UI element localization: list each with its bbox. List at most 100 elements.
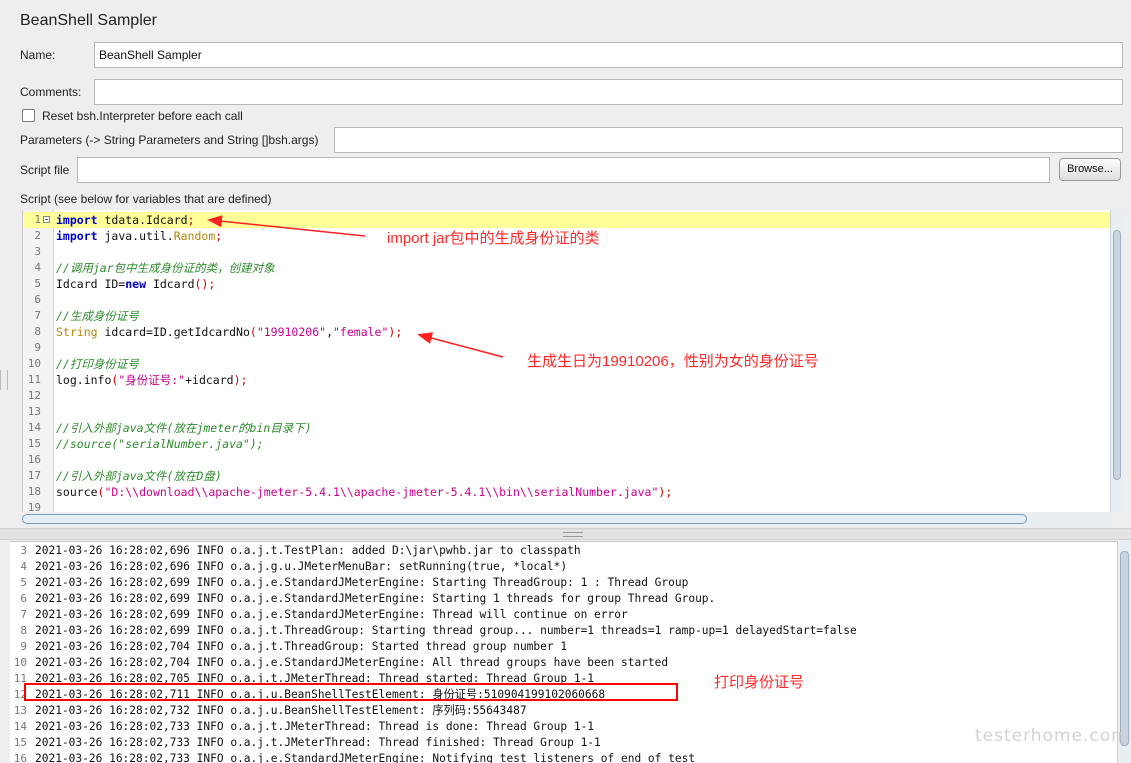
code-line[interactable]: 17 //引入外部java文件(放在D盘) [23, 468, 1111, 484]
log-line: 15 2021-03-26 16:28:02,733 INFO o.a.j.t.J… [10, 735, 1117, 751]
code-line[interactable]: 8 String idcard=ID.getIdcardNo("19910206"… [23, 324, 1111, 340]
code-text: //source("serialNumber.java"); [56, 437, 264, 451]
browse-button[interactable]: Browse... [1059, 158, 1121, 181]
line-number: 13 [27, 405, 41, 418]
watermark: testerhome.com [975, 726, 1129, 746]
log-line: 7 2021-03-26 16:28:02,699 INFO o.a.j.e.St… [10, 607, 1117, 623]
code-line[interactable]: 18 source("D:\\download\\apache-jmeter-5.… [23, 484, 1111, 500]
resize-handle[interactable] [0, 370, 8, 390]
code-line[interactable]: 16 [23, 452, 1111, 468]
log-line: 3 2021-03-26 16:28:02,696 INFO o.a.j.t.Te… [10, 543, 1117, 559]
code-text: //打印身份证号 [56, 357, 139, 371]
script-label: Script (see below for variables that are… [20, 192, 272, 206]
scroll-thumb[interactable] [1120, 551, 1129, 746]
code-text: source("D:\\download\\apache-jmeter-5.4.… [56, 485, 673, 499]
line-number: 18 [27, 485, 41, 498]
code-line[interactable]: 19 [23, 500, 1111, 512]
script-file-field[interactable] [77, 157, 1050, 183]
scroll-thumb[interactable] [1113, 230, 1121, 480]
log-line-number: 10 [13, 656, 27, 669]
script-horizontal-scrollbar[interactable] [22, 513, 1110, 526]
log-line-text: 2021-03-26 16:28:02,704 INFO o.a.j.e.Sta… [35, 656, 669, 669]
log-line: 4 2021-03-26 16:28:02,696 INFO o.a.j.g.u.… [10, 559, 1117, 575]
name-label: Name: [20, 48, 56, 62]
reset-interpreter-label: Reset bsh.Interpreter before each call [42, 109, 243, 123]
code-line[interactable]: 12 [23, 388, 1111, 404]
log-line-number: 8 [20, 624, 27, 637]
log-line-number: 4 [20, 560, 27, 573]
log-line-number: 6 [20, 592, 27, 605]
log-line-text: 2021-03-26 16:28:02,733 INFO o.a.j.e.Sta… [35, 752, 696, 763]
log-line-number: 9 [20, 640, 27, 653]
log-line: 5 2021-03-26 16:28:02,699 INFO o.a.j.e.St… [10, 575, 1117, 591]
line-number: 12 [27, 389, 41, 402]
code-text: //引入外部java文件(放在D盘) [56, 469, 222, 483]
log-line: 6 2021-03-26 16:28:02,699 INFO o.a.j.e.St… [10, 591, 1117, 607]
line-number: 4 [34, 261, 41, 274]
log-line: 10 2021-03-26 16:28:02,704 INFO o.a.j.e.S… [10, 655, 1117, 671]
log-line-text: 2021-03-26 16:28:02,699 INFO o.a.j.e.Sta… [35, 576, 689, 589]
name-field[interactable]: BeanShell Sampler [94, 42, 1123, 68]
line-number: 14 [27, 421, 41, 434]
log-line: 8 2021-03-26 16:28:02,699 INFO o.a.j.t.Th… [10, 623, 1117, 639]
code-line[interactable]: 6 [23, 292, 1111, 308]
log-line-text: 2021-03-26 16:28:02,696 INFO o.a.j.t.Tes… [35, 544, 581, 557]
code-text: import tdata.Idcard; [56, 213, 195, 227]
line-number: 19 [27, 501, 41, 512]
code-line[interactable]: 1 import tdata.Idcard; [23, 212, 1111, 228]
log-line: 16 2021-03-26 16:28:02,733 INFO o.a.j.e.S… [10, 751, 1117, 763]
fold-toggle-icon[interactable] [43, 216, 50, 223]
log-viewer[interactable]: 3 2021-03-26 16:28:02,696 INFO o.a.j.t.Te… [10, 541, 1117, 763]
reset-interpreter-checkbox[interactable] [22, 109, 35, 122]
parameters-field[interactable] [334, 127, 1123, 153]
log-line-text: 2021-03-26 16:28:02,732 INFO o.a.j.u.Bea… [35, 704, 527, 717]
code-text: //生成身份证号 [56, 309, 139, 323]
split-pane-divider[interactable] [0, 528, 1131, 540]
annotation-print: 打印身份证号 [714, 674, 805, 691]
code-line[interactable]: 4 //调用jar包中生成身份证的类，创建对象 [23, 260, 1111, 276]
log-line-text: 2021-03-26 16:28:02,733 INFO o.a.j.t.JMe… [35, 736, 601, 749]
line-number: 5 [34, 277, 41, 290]
comments-field[interactable] [94, 79, 1123, 105]
line-number: 8 [34, 325, 41, 338]
log-line: 13 2021-03-26 16:28:02,732 INFO o.a.j.u.B… [10, 703, 1117, 719]
log-line-number: 13 [13, 704, 27, 717]
highlight-box [24, 683, 678, 701]
code-text: log.info("身份证号:"+idcard); [56, 373, 248, 387]
log-line-number: 16 [13, 752, 27, 763]
log-line-number: 7 [20, 608, 27, 621]
log-line-number: 15 [13, 736, 27, 749]
line-number: 2 [34, 229, 41, 242]
annotation-idcard: 生成生日为19910206，性别为女的身份证号 [527, 353, 819, 370]
code-line[interactable]: 14 //引入外部java文件(放在jmeter的bin目录下) [23, 420, 1111, 436]
script-vertical-scrollbar[interactable] [1110, 210, 1124, 512]
code-text: //调用jar包中生成身份证的类，创建对象 [56, 261, 275, 275]
code-line[interactable]: 7 //生成身份证号 [23, 308, 1111, 324]
code-text: import java.util.Random; [56, 229, 223, 243]
code-line[interactable]: 13 [23, 404, 1111, 420]
code-text: Idcard ID=new Idcard(); [56, 277, 216, 291]
annotation-import: import jar包中的生成身份证的类 [387, 230, 600, 247]
line-number: 1 [34, 213, 41, 226]
scroll-thumb[interactable] [22, 514, 1027, 524]
log-line-number: 14 [13, 720, 27, 733]
log-line-text: 2021-03-26 16:28:02,733 INFO o.a.j.t.JMe… [35, 720, 595, 733]
log-line-number: 5 [20, 576, 27, 589]
line-number: 16 [27, 453, 41, 466]
parameters-label: Parameters (-> String Parameters and Str… [20, 133, 319, 147]
log-line-text: 2021-03-26 16:28:02,699 INFO o.a.j.t.Thr… [35, 624, 857, 637]
line-number: 7 [34, 309, 41, 322]
code-line[interactable]: 11 log.info("身份证号:"+idcard); [23, 372, 1111, 388]
panel-title: BeanShell Sampler [20, 12, 157, 29]
code-line[interactable]: 5 Idcard ID=new Idcard(); [23, 276, 1111, 292]
log-line-number: 3 [20, 544, 27, 557]
line-number: 3 [34, 245, 41, 258]
code-line[interactable]: 15 //source("serialNumber.java"); [23, 436, 1111, 452]
log-line: 14 2021-03-26 16:28:02,733 INFO o.a.j.t.J… [10, 719, 1117, 735]
log-line: 9 2021-03-26 16:28:02,704 INFO o.a.j.t.Th… [10, 639, 1117, 655]
line-number: 10 [27, 357, 41, 370]
line-number: 11 [27, 373, 41, 386]
code-text: //引入外部java文件(放在jmeter的bin目录下) [56, 421, 312, 435]
comments-label: Comments: [20, 85, 82, 99]
script-file-label: Script file [20, 163, 70, 177]
